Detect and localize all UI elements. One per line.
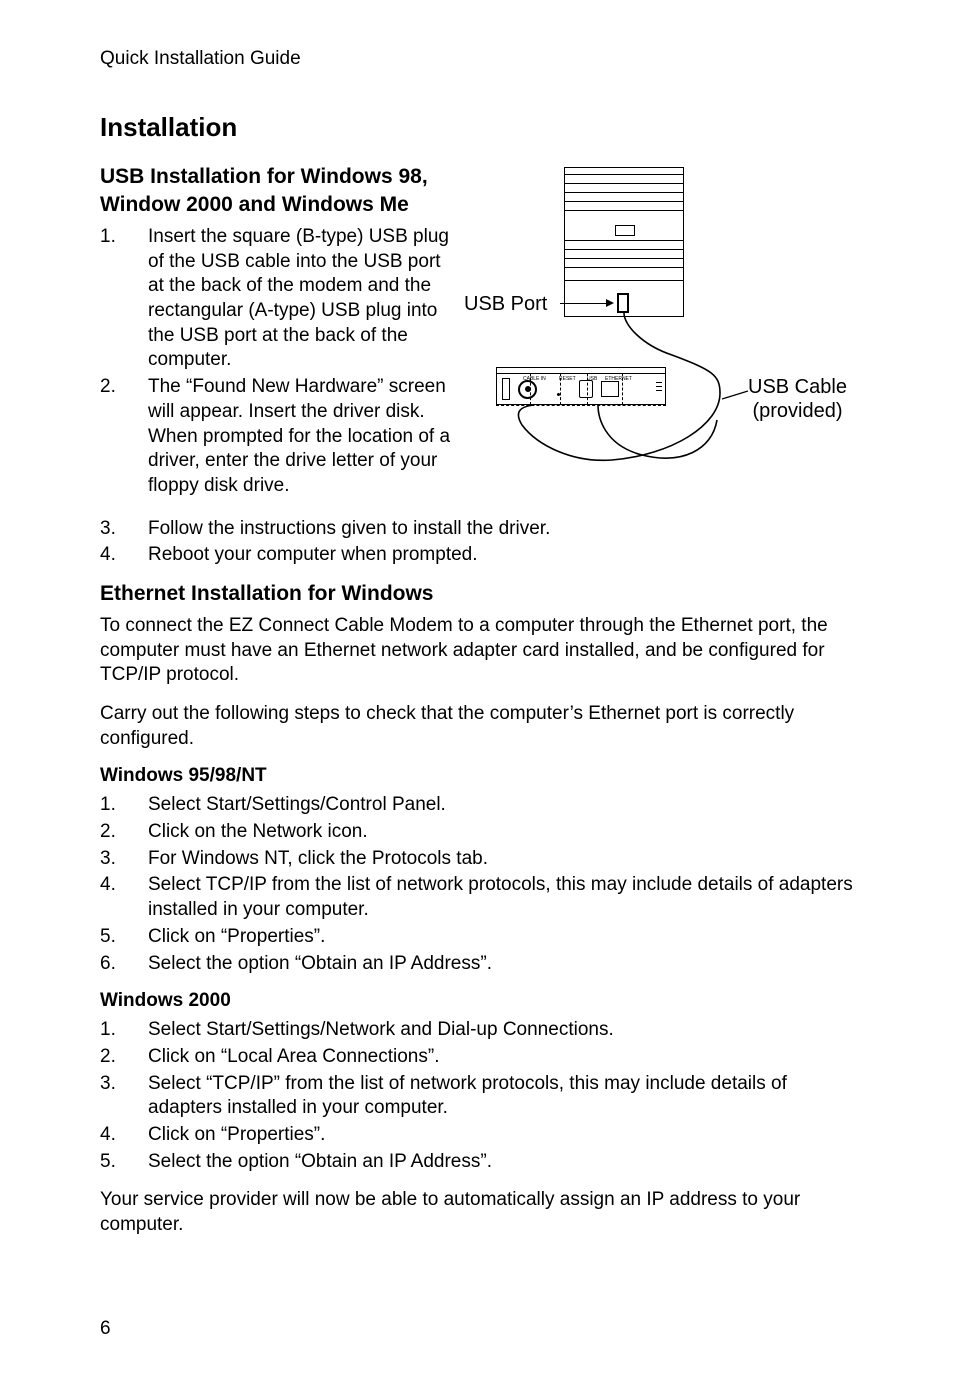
step-text: Click on “Local Area Connections”. <box>148 1045 854 1070</box>
list-item: 3.For Windows NT, click the Protocols ta… <box>100 847 854 872</box>
step-text: Select “TCP/IP” from the list of network… <box>148 1072 854 1121</box>
list-item: 2.Click on the Network icon. <box>100 820 854 845</box>
list-item: 1.Select Start/Settings/Network and Dial… <box>100 1018 854 1043</box>
win2000-steps: 1.Select Start/Settings/Network and Dial… <box>100 1018 854 1174</box>
step-text: Click on “Properties”. <box>148 1123 854 1148</box>
step-text: Reboot your computer when prompted. <box>148 543 854 568</box>
list-item: 4.Click on “Properties”. <box>100 1123 854 1148</box>
list-item: 6.Select the option “Obtain an IP Addres… <box>100 952 854 977</box>
page-header: Quick Installation Guide <box>100 48 854 70</box>
cable-label-l1: USB Cable <box>748 376 847 398</box>
step-text: For Windows NT, click the Protocols tab. <box>148 847 854 872</box>
step-text: Select Start/Settings/Network and Dial-u… <box>148 1018 854 1043</box>
step-text: Select TCP/IP from the list of network p… <box>148 873 854 922</box>
list-item: 4.Reboot your computer when prompted. <box>100 543 854 568</box>
installation-diagram: USB Port CABLE IN RESET USB ETHERNET <box>472 165 852 485</box>
list-item: 1.Select Start/Settings/Control Panel. <box>100 793 854 818</box>
closing-paragraph: Your service provider will now be able t… <box>100 1188 854 1237</box>
step-text: The “Found New Hardware” screen will app… <box>148 375 452 498</box>
list-item: 3.Follow the instructions given to insta… <box>100 517 854 542</box>
list-item: 5.Select the option “Obtain an IP Addres… <box>100 1150 854 1175</box>
win9598nt-heading: Windows 95/98/NT <box>100 765 854 787</box>
step-text: Select the option “Obtain an IP Address”… <box>148 1150 854 1175</box>
step-text: Click on “Properties”. <box>148 925 854 950</box>
list-item: 5.Click on “Properties”. <box>100 925 854 950</box>
step-text: Follow the instructions given to install… <box>148 517 854 542</box>
page-number: 6 <box>100 1318 111 1340</box>
usb-cable-icon <box>472 165 852 485</box>
list-item: 1.Insert the square (B-type) USB plug of… <box>100 225 452 373</box>
ethernet-heading: Ethernet Installation for Windows <box>100 582 854 606</box>
step-text: Click on the Network icon. <box>148 820 854 845</box>
ethernet-para-1: To connect the EZ Connect Cable Modem to… <box>100 614 854 688</box>
step-text: Select the option “Obtain an IP Address”… <box>148 952 854 977</box>
cable-label-l2: (provided) <box>752 400 842 422</box>
list-item: 2.The “Found New Hardware” screen will a… <box>100 375 452 498</box>
usb-steps-rest: 3.Follow the instructions given to insta… <box>100 517 854 568</box>
usb-heading-line-2: Window 2000 and Windows Me <box>100 193 452 217</box>
win2000-heading: Windows 2000 <box>100 990 854 1012</box>
step-text: Select Start/Settings/Control Panel. <box>148 793 854 818</box>
usb-heading-line-1: USB Installation for Windows 98, <box>100 165 452 189</box>
page-title: Installation <box>100 112 854 143</box>
step-text: Insert the square (B-type) USB plug of t… <box>148 225 452 373</box>
usb-cable-label: USB Cable (provided) <box>748 375 847 423</box>
list-item: 2.Click on “Local Area Connections”. <box>100 1045 854 1070</box>
usb-steps-partial: 1.Insert the square (B-type) USB plug of… <box>100 225 452 499</box>
win9598nt-steps: 1.Select Start/Settings/Control Panel. 2… <box>100 793 854 976</box>
list-item: 3.Select “TCP/IP” from the list of netwo… <box>100 1072 854 1121</box>
ethernet-para-2: Carry out the following steps to check t… <box>100 702 854 751</box>
list-item: 4.Select TCP/IP from the list of network… <box>100 873 854 922</box>
